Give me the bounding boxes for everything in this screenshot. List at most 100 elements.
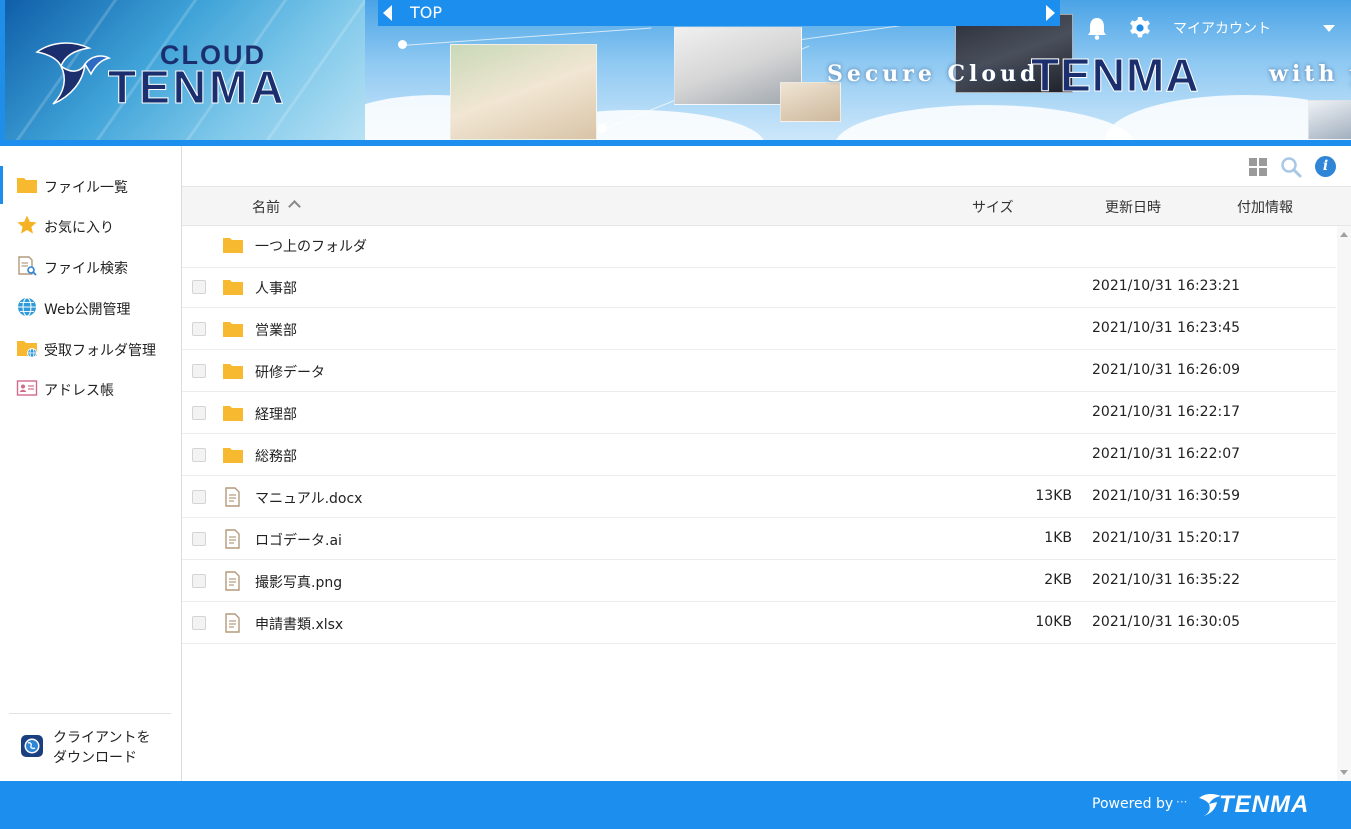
breadcrumb-current[interactable]: TOP [410, 3, 442, 22]
client-download-link[interactable]: クライアントを ダウンロード [18, 726, 178, 770]
grid-view-icon[interactable] [1249, 158, 1267, 176]
folder-icon [223, 364, 243, 379]
breadcrumb-forward-button[interactable] [1041, 0, 1060, 26]
parent-folder-row[interactable]: 一つ上のフォルダ [182, 226, 1336, 268]
file-date: 2021/10/31 16:22:07 [1092, 446, 1241, 462]
document-icon [225, 571, 240, 591]
row-checkbox[interactable] [192, 532, 206, 546]
file-name[interactable]: 撮影写真.png [255, 572, 342, 592]
file-name[interactable]: 経理部 [255, 404, 297, 424]
file-date: 2021/10/31 16:30:59 [1092, 488, 1241, 504]
grid-view-icon-cell [1249, 168, 1257, 176]
banner-photo-family [450, 44, 597, 140]
powered-by-dots: ··· [1176, 795, 1188, 809]
file-size: 13KB [1035, 488, 1072, 504]
table-row[interactable]: 人事部 2021/10/31 16:23:21 [182, 266, 1336, 308]
my-account-menu[interactable]: マイアカウント [1173, 18, 1271, 38]
table-row[interactable]: マニュアル.docx 13KB 2021/10/31 16:30:59 [182, 476, 1336, 518]
folder-icon [223, 406, 243, 421]
column-header-name[interactable]: 名前 [252, 197, 280, 217]
file-name[interactable]: 営業部 [255, 320, 297, 340]
file-name[interactable]: ロゴデータ.ai [255, 530, 342, 550]
file-name[interactable]: マニュアル.docx [255, 488, 362, 508]
sidebar-item-label: 受取フォルダ管理 [44, 343, 156, 359]
table-row[interactable]: 撮影写真.png 2KB 2021/10/31 16:35:22 [182, 560, 1336, 602]
column-header-size[interactable]: サイズ [972, 197, 1014, 217]
row-checkbox[interactable] [192, 280, 206, 294]
info-icon[interactable]: i [1315, 156, 1336, 177]
search-icon[interactable] [1280, 156, 1302, 178]
powered-by-text: Powered by [1092, 796, 1174, 812]
folder-icon [223, 280, 243, 295]
banner-cloud [835, 105, 1135, 140]
sort-ascending-icon[interactable] [288, 200, 301, 213]
banner-dot [398, 40, 407, 49]
client-download-label-line1: クライアントを [53, 730, 151, 746]
breadcrumb-back-button[interactable] [378, 0, 399, 26]
parent-folder-label: 一つ上のフォルダ [255, 239, 367, 255]
sidebar-item-receive-folder[interactable]: 受取フォルダ管理 [0, 329, 181, 367]
file-name[interactable]: 総務部 [255, 446, 297, 466]
file-name[interactable]: 申請書類.xlsx [255, 614, 343, 634]
row-checkbox[interactable] [192, 364, 206, 378]
file-list-scrollbar[interactable] [1337, 226, 1351, 781]
table-row[interactable]: 経理部 2021/10/31 16:22:17 [182, 392, 1336, 434]
scroll-down-icon[interactable] [1340, 770, 1348, 775]
row-checkbox[interactable] [192, 406, 206, 420]
sidebar-divider [9, 713, 171, 714]
document-icon [225, 613, 240, 633]
file-name[interactable]: 研修データ [255, 362, 325, 382]
table-row[interactable]: ロゴデータ.ai 1KB 2021/10/31 15:20:17 [182, 518, 1336, 560]
banner-secure-text: Secure Cloud [827, 61, 1040, 87]
sidebar-item-address-book[interactable]: アドレス帳 [0, 369, 181, 407]
scroll-up-icon[interactable] [1340, 232, 1348, 237]
document-icon [225, 529, 240, 549]
table-row[interactable]: 研修データ 2021/10/31 16:26:09 [182, 350, 1336, 392]
column-header-date[interactable]: 更新日時 [1105, 197, 1161, 217]
row-checkbox[interactable] [192, 574, 206, 588]
folder-icon [223, 238, 243, 253]
row-checkbox[interactable] [192, 616, 206, 630]
table-row[interactable]: 申請書類.xlsx 10KB 2021/10/31 16:30:05 [182, 602, 1336, 644]
sidebar-item-file-search[interactable]: ファイル検索 [0, 247, 181, 285]
table-row[interactable]: 総務部 2021/10/31 16:22:07 [182, 434, 1336, 476]
pegasus-logo-icon [35, 42, 111, 105]
table-header: 名前 サイズ 更新日時 付加情報 [182, 186, 1351, 226]
sidebar-item-file-list[interactable]: ファイル一覧 [0, 166, 181, 204]
star-icon [17, 215, 37, 234]
folder-icon [223, 322, 243, 337]
header-tools: マイアカウント [1074, 12, 1351, 44]
logo-tenma-text: TENMA [108, 61, 287, 114]
file-date: 2021/10/31 16:22:17 [1092, 404, 1241, 420]
bell-icon[interactable] [1086, 16, 1108, 40]
row-checkbox[interactable] [192, 322, 206, 336]
app-logo[interactable]: CLOUD TENMA [5, 0, 365, 140]
folder-icon [223, 448, 243, 463]
sidebar-item-favorites[interactable]: お気に入り [0, 206, 181, 244]
row-checkbox[interactable] [192, 490, 206, 504]
sidebar-item-web-publish[interactable]: Web公開管理 [0, 288, 181, 326]
globe-badge-icon [21, 735, 43, 757]
document-icon [225, 487, 240, 507]
column-header-extra[interactable]: 付加情報 [1237, 197, 1293, 217]
folder-globe-icon [17, 341, 37, 358]
table-row[interactable]: 営業部 2021/10/31 16:23:45 [182, 308, 1336, 350]
banner-tenma-text: TENMA [1031, 49, 1200, 102]
row-checkbox[interactable] [192, 448, 206, 462]
file-date: 2021/10/31 16:30:05 [1092, 614, 1241, 630]
banner-photo-board [780, 82, 841, 122]
footer-brand-text: TENMA [1219, 791, 1310, 818]
chevron-right-icon [1046, 5, 1055, 21]
folder-icon [17, 178, 37, 193]
file-size: 1KB [1044, 530, 1072, 546]
app-header: CLOUD TENMA Secure Cloud TENMA with y TO… [0, 0, 1351, 146]
file-size: 10KB [1035, 614, 1072, 630]
file-date: 2021/10/31 16:23:45 [1092, 320, 1241, 336]
gear-icon[interactable] [1128, 16, 1152, 40]
chevron-left-icon [383, 5, 392, 21]
file-date: 2021/10/31 16:35:22 [1092, 572, 1241, 588]
file-name[interactable]: 人事部 [255, 278, 297, 298]
file-size: 2KB [1044, 572, 1072, 588]
sidebar-item-label: ファイル検索 [44, 261, 128, 277]
chevron-down-icon[interactable] [1323, 25, 1335, 32]
